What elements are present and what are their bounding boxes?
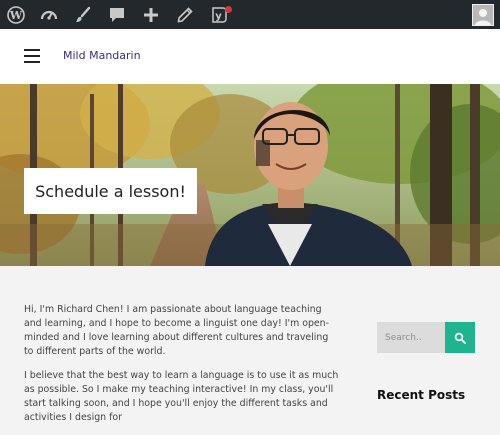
menu-hamburger-icon[interactable] xyxy=(24,49,40,63)
user-avatar-icon[interactable] xyxy=(472,4,494,26)
new-plus-icon[interactable] xyxy=(134,0,168,29)
sidebar-search xyxy=(377,322,475,353)
schedule-lesson-button[interactable]: Schedule a lesson! xyxy=(24,168,197,214)
notification-badge xyxy=(225,6,232,13)
edit-pencil-icon[interactable] xyxy=(168,0,202,29)
customize-brush-icon[interactable] xyxy=(66,0,100,29)
site-title[interactable]: Mild Mandarin xyxy=(63,49,141,62)
svg-text:W: W xyxy=(9,9,23,22)
main-content: Hi, I'm Richard Chen! I am passionate ab… xyxy=(24,303,339,435)
wordpress-icon[interactable]: W xyxy=(0,0,32,29)
yoast-icon[interactable]: y xyxy=(202,0,236,29)
search-button[interactable] xyxy=(445,322,475,353)
recent-posts-title: Recent Posts xyxy=(377,388,466,402)
svg-text:y: y xyxy=(215,11,222,22)
site-header: Mild Mandarin xyxy=(0,29,500,84)
search-input[interactable] xyxy=(377,322,445,353)
comments-icon[interactable] xyxy=(100,0,134,29)
intro-paragraph: Hi, I'm Richard Chen! I am passionate ab… xyxy=(24,304,329,357)
admin-bar: W y xyxy=(0,0,500,29)
dashboard-icon[interactable] xyxy=(32,0,66,29)
hero-banner: Schedule a lesson! xyxy=(0,84,500,266)
search-icon xyxy=(454,332,466,344)
